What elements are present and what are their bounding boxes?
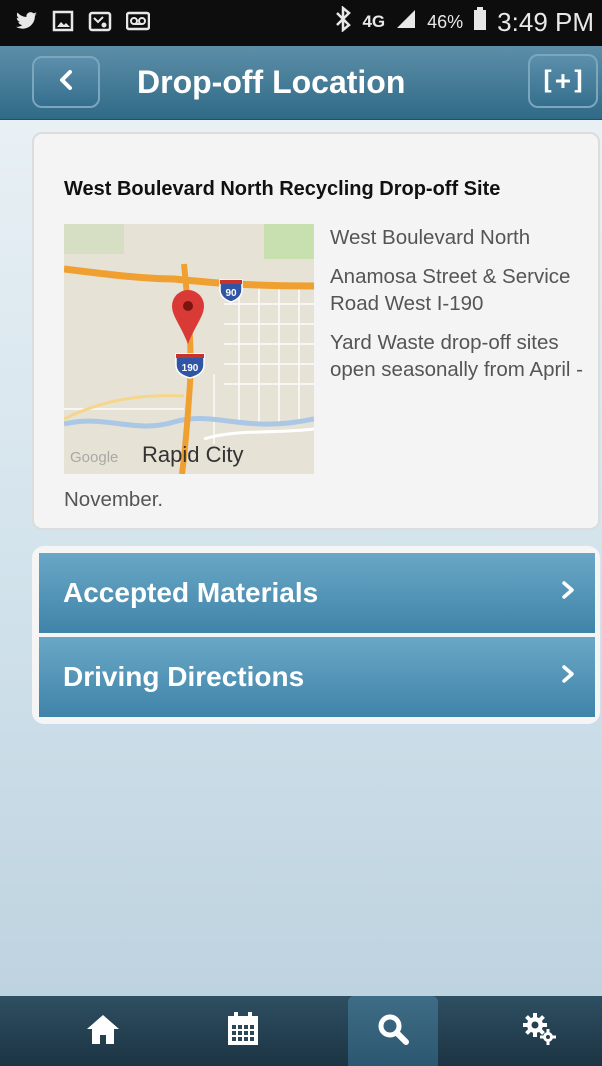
notification-icons <box>16 10 151 37</box>
gallery-icon <box>52 10 74 37</box>
twitter-icon <box>16 11 38 36</box>
location-map[interactable]: 90 190 Google Rapid City <box>64 224 314 474</box>
map-graphic: 90 190 Google Rapid City <box>64 224 314 474</box>
chevron-right-icon <box>561 575 575 612</box>
network-type: 4G <box>362 12 386 31</box>
back-button[interactable] <box>32 56 100 108</box>
tab-calendar[interactable] <box>198 996 288 1066</box>
search-icon <box>376 1012 410 1051</box>
clock: 3:49 PM <box>497 6 594 37</box>
location-card: West Boulevard North Recycling Drop-off … <box>32 132 600 530</box>
page-title: Drop-off Location <box>137 64 406 100</box>
battery-percent: 46% <box>427 11 464 32</box>
chevron-left-icon <box>57 69 75 96</box>
map-provider-label: Google <box>70 449 118 466</box>
menu-item-accepted-materials[interactable]: Accepted Materials <box>39 553 595 633</box>
bottom-tab-bar <box>0 996 602 1066</box>
location-menu: Accepted Materials Driving Directions <box>32 546 600 724</box>
shield-90-label: 90 <box>225 288 237 299</box>
settings-gears-icon <box>521 1012 557 1051</box>
tab-search[interactable] <box>348 996 438 1066</box>
map-city-label: Rapid City <box>142 442 243 467</box>
cross-street: Anamosa Street & Service Road West I-190 <box>330 265 571 315</box>
voicemail-icon <box>125 11 151 36</box>
tab-home[interactable] <box>58 996 148 1066</box>
location-name: West Boulevard North Recycling Drop-off … <box>64 178 501 200</box>
battery-icon <box>473 7 487 37</box>
calendar-icon <box>226 1011 260 1052</box>
home-icon <box>85 1012 121 1051</box>
system-status: 4G 46% 3:49 PM <box>334 5 594 38</box>
add-button[interactable]: [+] <box>528 54 598 108</box>
app-header: Drop-off Location [+] <box>0 46 602 120</box>
missed-video-call-icon <box>88 10 112 37</box>
seasonal-note-end: November. <box>64 488 164 511</box>
signal-icon <box>395 8 417 36</box>
shield-190-label: 190 <box>182 363 199 374</box>
bluetooth-icon <box>334 5 352 38</box>
address-line: West Boulevard North <box>330 226 531 249</box>
menu-item-label: Driving Directions <box>63 661 305 692</box>
location-details: West Boulevard North Anamosa Street & Se… <box>330 224 590 395</box>
main-content: West Boulevard North Recycling Drop-off … <box>0 120 602 996</box>
menu-item-driving-directions[interactable]: Driving Directions <box>39 637 595 717</box>
seasonal-note: Yard Waste drop-off sites open seasonall… <box>330 331 583 381</box>
status-bar: 4G 46% 3:49 PM <box>0 0 602 46</box>
menu-item-label: Accepted Materials <box>63 577 319 608</box>
tab-settings[interactable] <box>494 996 584 1066</box>
chevron-right-icon <box>561 659 575 696</box>
